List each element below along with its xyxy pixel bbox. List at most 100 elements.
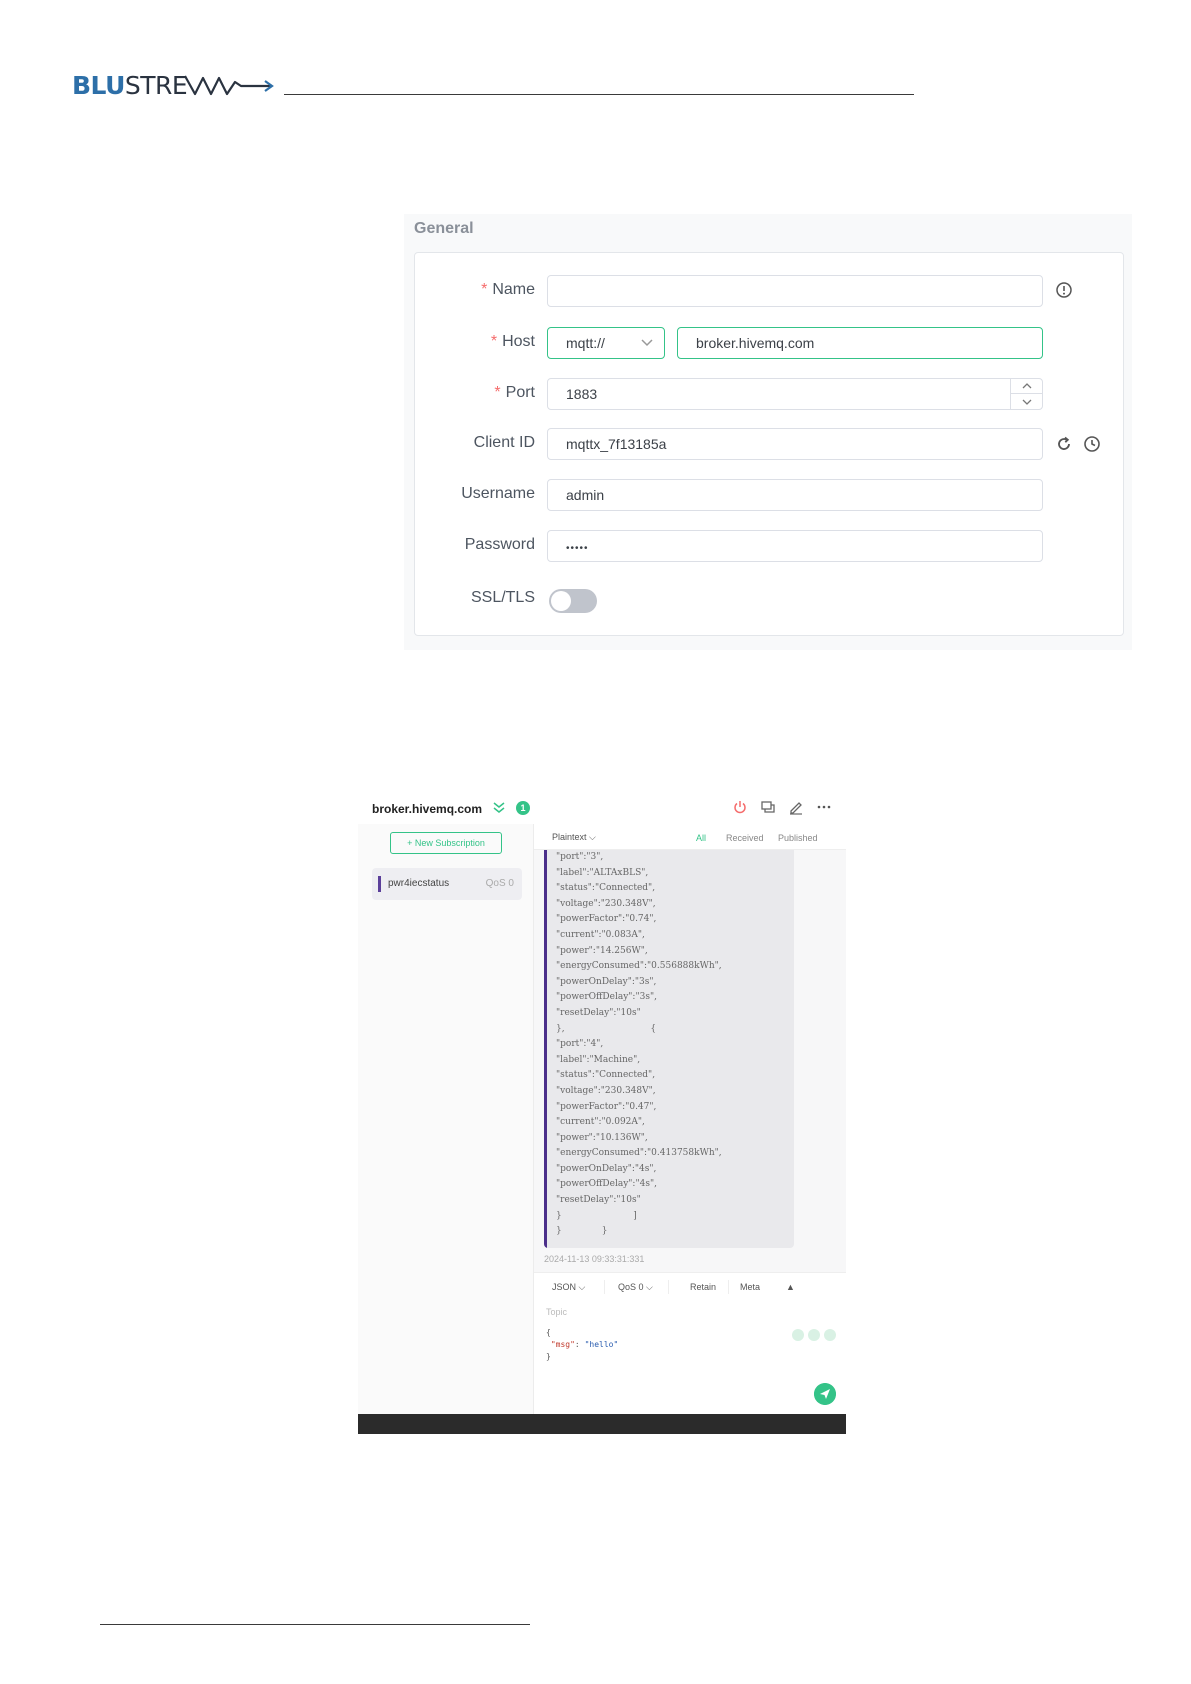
client-id-label: Client ID bbox=[473, 434, 535, 451]
protocol-value: mqtt:// bbox=[566, 335, 605, 351]
port-label-text: Port bbox=[505, 384, 535, 401]
separator bbox=[668, 1280, 669, 1294]
new-subscription-button[interactable]: + New Subscription bbox=[390, 832, 502, 854]
publish-area: JSON ⌵ QoS 0 ⌵ Retain Meta ▲ Topic { "ms… bbox=[534, 1272, 846, 1414]
message-line: "current":"0.083A", bbox=[556, 929, 645, 940]
logo-text-blu: BLU bbox=[72, 70, 125, 100]
payload-value: "hello" bbox=[584, 1340, 619, 1349]
username-label: Username bbox=[461, 485, 535, 502]
message-color-bar bbox=[544, 850, 547, 1248]
message-line: "powerOffDelay":"4s", bbox=[556, 1179, 657, 1190]
message-pane: Plaintext ⌵ All Received Published "port… bbox=[534, 824, 846, 1414]
more-icon[interactable] bbox=[816, 799, 832, 815]
protocol-select[interactable]: mqtt:// bbox=[547, 327, 665, 359]
payload-format-select[interactable]: Plaintext ⌵ bbox=[552, 832, 596, 843]
payload-sep: : bbox=[574, 1340, 585, 1349]
password-mask: ••••• bbox=[566, 543, 589, 554]
plus-icon: + bbox=[407, 838, 415, 848]
publish-format-value: JSON bbox=[552, 1282, 577, 1292]
spin-up-icon bbox=[1022, 383, 1031, 389]
history-clear-button[interactable] bbox=[808, 1329, 820, 1341]
message-line: "label":"ALTAxBLS", bbox=[556, 867, 649, 878]
password-input[interactable]: ••••• bbox=[547, 530, 1043, 562]
message-line: "status":"Connected", bbox=[556, 883, 656, 894]
window-bottom-bar bbox=[358, 1414, 846, 1434]
ssl-toggle[interactable] bbox=[549, 589, 597, 613]
message-line: "powerOnDelay":"3s", bbox=[556, 976, 657, 987]
message-line: "resetDelay":"10s" bbox=[556, 1195, 641, 1206]
info-icon[interactable] bbox=[1055, 281, 1073, 299]
separator bbox=[728, 1280, 729, 1294]
connection-name: broker.hivemq.com bbox=[372, 802, 483, 816]
filter-received[interactable]: Received bbox=[726, 833, 764, 843]
refresh-icon[interactable] bbox=[1055, 435, 1073, 453]
username-input[interactable]: admin bbox=[547, 479, 1043, 511]
publish-qos-select[interactable]: QoS 0 ⌵ bbox=[618, 1282, 653, 1293]
status-badge: 1 bbox=[516, 801, 530, 815]
toggle-knob bbox=[551, 591, 571, 611]
message-line: "port":"4", bbox=[556, 1039, 604, 1050]
host-input[interactable]: broker.hivemq.com bbox=[677, 327, 1043, 359]
blustream-logo: BLU STRE bbox=[72, 70, 277, 100]
history-prev-button[interactable] bbox=[792, 1329, 804, 1341]
subscription-qos: QoS 0 bbox=[485, 878, 514, 889]
double-chevron-icon[interactable] bbox=[492, 801, 506, 815]
message-payload: "port":"3", "label":"ALTAxBLS", "status":"… bbox=[556, 850, 722, 1240]
port-value: 1883 bbox=[566, 386, 598, 402]
payload-brace-close: } bbox=[546, 1352, 551, 1361]
port-input[interactable]: 1883 bbox=[547, 378, 1043, 410]
password-label: Password bbox=[464, 536, 535, 553]
message-line: "powerFactor":"0.47", bbox=[556, 1101, 657, 1112]
spin-down-icon bbox=[1022, 399, 1031, 405]
history-next-button[interactable] bbox=[824, 1329, 836, 1341]
name-input[interactable] bbox=[547, 275, 1043, 307]
separator bbox=[604, 1280, 605, 1294]
message-line: "resetDelay":"10s" bbox=[556, 1007, 641, 1018]
publish-qos-value: QoS 0 bbox=[618, 1282, 644, 1292]
filter-all[interactable]: All bbox=[696, 833, 706, 843]
received-message-bubble: "port":"3", "label":"ALTAxBLS", "status":"… bbox=[544, 850, 794, 1248]
payload-brace-open: { bbox=[546, 1328, 551, 1337]
message-line: "energyConsumed":"0.556888kWh", bbox=[556, 961, 722, 972]
chevron-down-icon bbox=[641, 339, 653, 347]
connection-header: broker.hivemq.com 1 bbox=[358, 784, 846, 824]
meta-button[interactable]: Meta bbox=[740, 1282, 760, 1292]
message-line: "label":"Machine", bbox=[556, 1054, 641, 1065]
copy-icon[interactable] bbox=[760, 799, 776, 815]
collapse-up-icon[interactable]: ▲ bbox=[786, 1282, 795, 1292]
message-line: "status":"Connected", bbox=[556, 1070, 656, 1081]
connection-form: * Name * Host mqtt:// broker.hivemq.com * P… bbox=[414, 252, 1124, 636]
general-settings-panel: General * Name * Host mqtt:// broker.hivem… bbox=[404, 214, 1132, 650]
message-line: }, { bbox=[556, 1023, 657, 1034]
filter-published[interactable]: Published bbox=[778, 833, 818, 843]
chevron-down-icon: ⌵ bbox=[646, 1282, 653, 1292]
publish-history-controls bbox=[792, 1329, 836, 1341]
increment-button[interactable] bbox=[1011, 379, 1042, 394]
edit-icon[interactable] bbox=[788, 799, 804, 815]
message-line: "power":"14.256W", bbox=[556, 945, 648, 956]
client-id-input[interactable]: mqttx_7f13185a bbox=[547, 428, 1043, 460]
send-icon[interactable] bbox=[814, 1383, 836, 1405]
message-line: "powerFactor":"0.74", bbox=[556, 914, 657, 925]
host-label: * Host bbox=[491, 333, 535, 351]
message-line: } ] bbox=[556, 1210, 637, 1221]
message-line: "voltage":"230.348V", bbox=[556, 1085, 656, 1096]
footer-divider bbox=[100, 1624, 530, 1625]
subscription-item[interactable]: pwr4iecstatus QoS 0 bbox=[372, 868, 522, 900]
required-mark: * bbox=[490, 333, 498, 350]
retain-checkbox[interactable]: Retain bbox=[690, 1282, 716, 1292]
host-label-text: Host bbox=[502, 333, 535, 350]
name-label: * Name bbox=[481, 281, 535, 299]
publish-topic-input[interactable]: Topic bbox=[546, 1307, 567, 1317]
publish-payload-editor[interactable]: { "msg": "hello" } bbox=[546, 1327, 618, 1363]
message-line: "power":"10.136W", bbox=[556, 1132, 648, 1143]
power-icon[interactable] bbox=[732, 799, 748, 815]
section-title: General bbox=[414, 220, 474, 237]
name-label-text: Name bbox=[492, 281, 535, 298]
publish-format-select[interactable]: JSON ⌵ bbox=[552, 1282, 585, 1293]
new-subscription-label: New Subscription bbox=[414, 838, 485, 848]
message-line: "voltage":"230.348V", bbox=[556, 898, 656, 909]
subscriptions-sidebar: + New Subscription pwr4iecstatus QoS 0 bbox=[358, 824, 534, 1414]
clock-icon[interactable] bbox=[1083, 435, 1101, 453]
decrement-button[interactable] bbox=[1011, 394, 1042, 409]
